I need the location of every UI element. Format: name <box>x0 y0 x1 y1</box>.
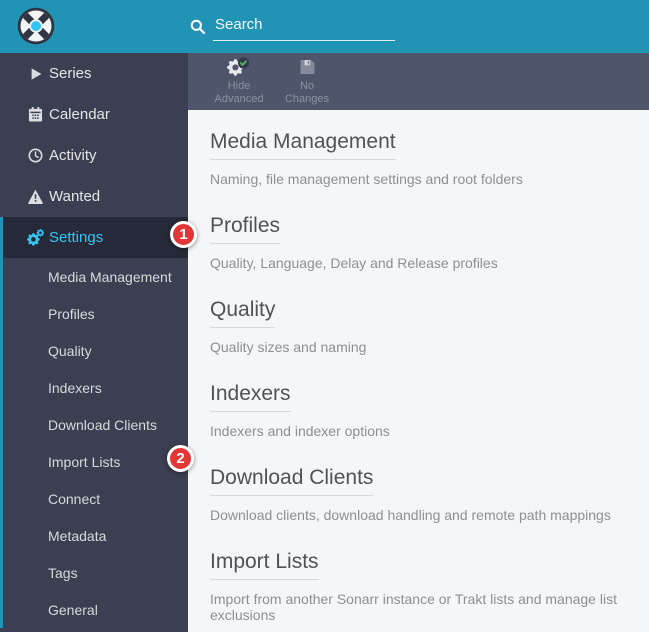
sidebar-subitem-connect[interactable]: Connect <box>3 480 188 517</box>
sidebar-item-series[interactable]: Series <box>0 53 188 94</box>
section-link-import-lists[interactable]: Import Lists <box>210 550 319 580</box>
sidebar-subitem-import-lists[interactable]: Import Lists <box>3 443 188 480</box>
clock-icon <box>27 147 44 164</box>
search-input[interactable] <box>213 14 395 41</box>
section-link-download-clients[interactable]: Download Clients <box>210 466 373 496</box>
play-icon <box>27 65 44 82</box>
sidebar: Series Calendar Activi <box>0 53 188 632</box>
settings-section-indexers: Indexers Indexers and indexer options <box>210 382 649 439</box>
calendar-icon <box>27 106 44 123</box>
warning-icon <box>27 188 44 205</box>
sidebar-item-label: Activity <box>49 147 97 164</box>
section-link-media-management[interactable]: Media Management <box>210 130 396 160</box>
sidebar-subitem-metadata[interactable]: Metadata <box>3 517 188 554</box>
hide-advanced-button[interactable]: Hide Advanced <box>212 57 266 106</box>
section-description: Quality sizes and naming <box>210 339 649 355</box>
annotation-badge-1: 1 <box>170 221 197 248</box>
sidebar-item-activity[interactable]: Activity <box>0 135 188 176</box>
sidebar-subitem-profiles[interactable]: Profiles <box>3 295 188 332</box>
section-description: Download clients, download handling and … <box>210 507 649 523</box>
gears-icon <box>27 229 44 246</box>
section-description: Import from another Sonarr instance or T… <box>210 591 649 623</box>
sidebar-subitem-indexers[interactable]: Indexers <box>3 369 188 406</box>
settings-overview: Media Management Naming, file management… <box>188 110 649 623</box>
sidebar-subitem-tags[interactable]: Tags <box>3 554 188 591</box>
search-icon <box>190 19 206 40</box>
sidebar-item-label: Wanted <box>49 188 100 205</box>
advanced-check-icon <box>227 57 251 77</box>
toolbar-label-line: No <box>300 80 314 93</box>
settings-section-media-management: Media Management Naming, file management… <box>210 130 649 187</box>
settings-section-download-clients: Download Clients Download clients, downl… <box>210 466 649 523</box>
save-icon <box>299 57 316 77</box>
main-area: Hide Advanced No Changes Media Managemen… <box>188 53 649 632</box>
sidebar-subitem-quality[interactable]: Quality <box>3 332 188 369</box>
toolbar-label-line: Hide <box>228 80 251 93</box>
toolbar-label-line: Changes <box>285 93 329 106</box>
search-bar <box>190 14 395 41</box>
section-link-quality[interactable]: Quality <box>210 298 275 328</box>
settings-section-quality: Quality Quality sizes and naming <box>210 298 649 355</box>
sidebar-item-label: Settings <box>49 229 103 246</box>
sidebar-subitem-general[interactable]: General <box>3 591 188 628</box>
sidebar-subitem-download-clients[interactable]: Download Clients <box>3 406 188 443</box>
sidebar-item-label: Series <box>49 65 92 82</box>
section-description: Indexers and indexer options <box>210 423 649 439</box>
sidebar-item-calendar[interactable]: Calendar <box>0 94 188 135</box>
settings-toolbar: Hide Advanced No Changes <box>188 53 649 110</box>
sidebar-subitem-media-management[interactable]: Media Management <box>3 258 188 295</box>
section-link-indexers[interactable]: Indexers <box>210 382 291 412</box>
toolbar-label-line: Advanced <box>215 93 264 106</box>
no-changes-button[interactable]: No Changes <box>280 57 334 106</box>
settings-submenu: Media Management Profiles Quality Indexe… <box>0 258 188 628</box>
sidebar-item-label: Calendar <box>49 106 110 123</box>
section-link-profiles[interactable]: Profiles <box>210 214 280 244</box>
annotation-badge-2: 2 <box>167 445 194 472</box>
section-description: Quality, Language, Delay and Release pro… <box>210 255 649 271</box>
sidebar-item-wanted[interactable]: Wanted <box>0 176 188 217</box>
top-bar <box>0 0 649 53</box>
sidebar-item-settings[interactable]: Settings <box>0 217 188 258</box>
section-description: Naming, file management settings and roo… <box>210 171 649 187</box>
settings-section-profiles: Profiles Quality, Language, Delay and Re… <box>210 214 649 271</box>
sonarr-logo[interactable] <box>17 7 55 45</box>
settings-section-import-lists: Import Lists Import from another Sonarr … <box>210 550 649 623</box>
